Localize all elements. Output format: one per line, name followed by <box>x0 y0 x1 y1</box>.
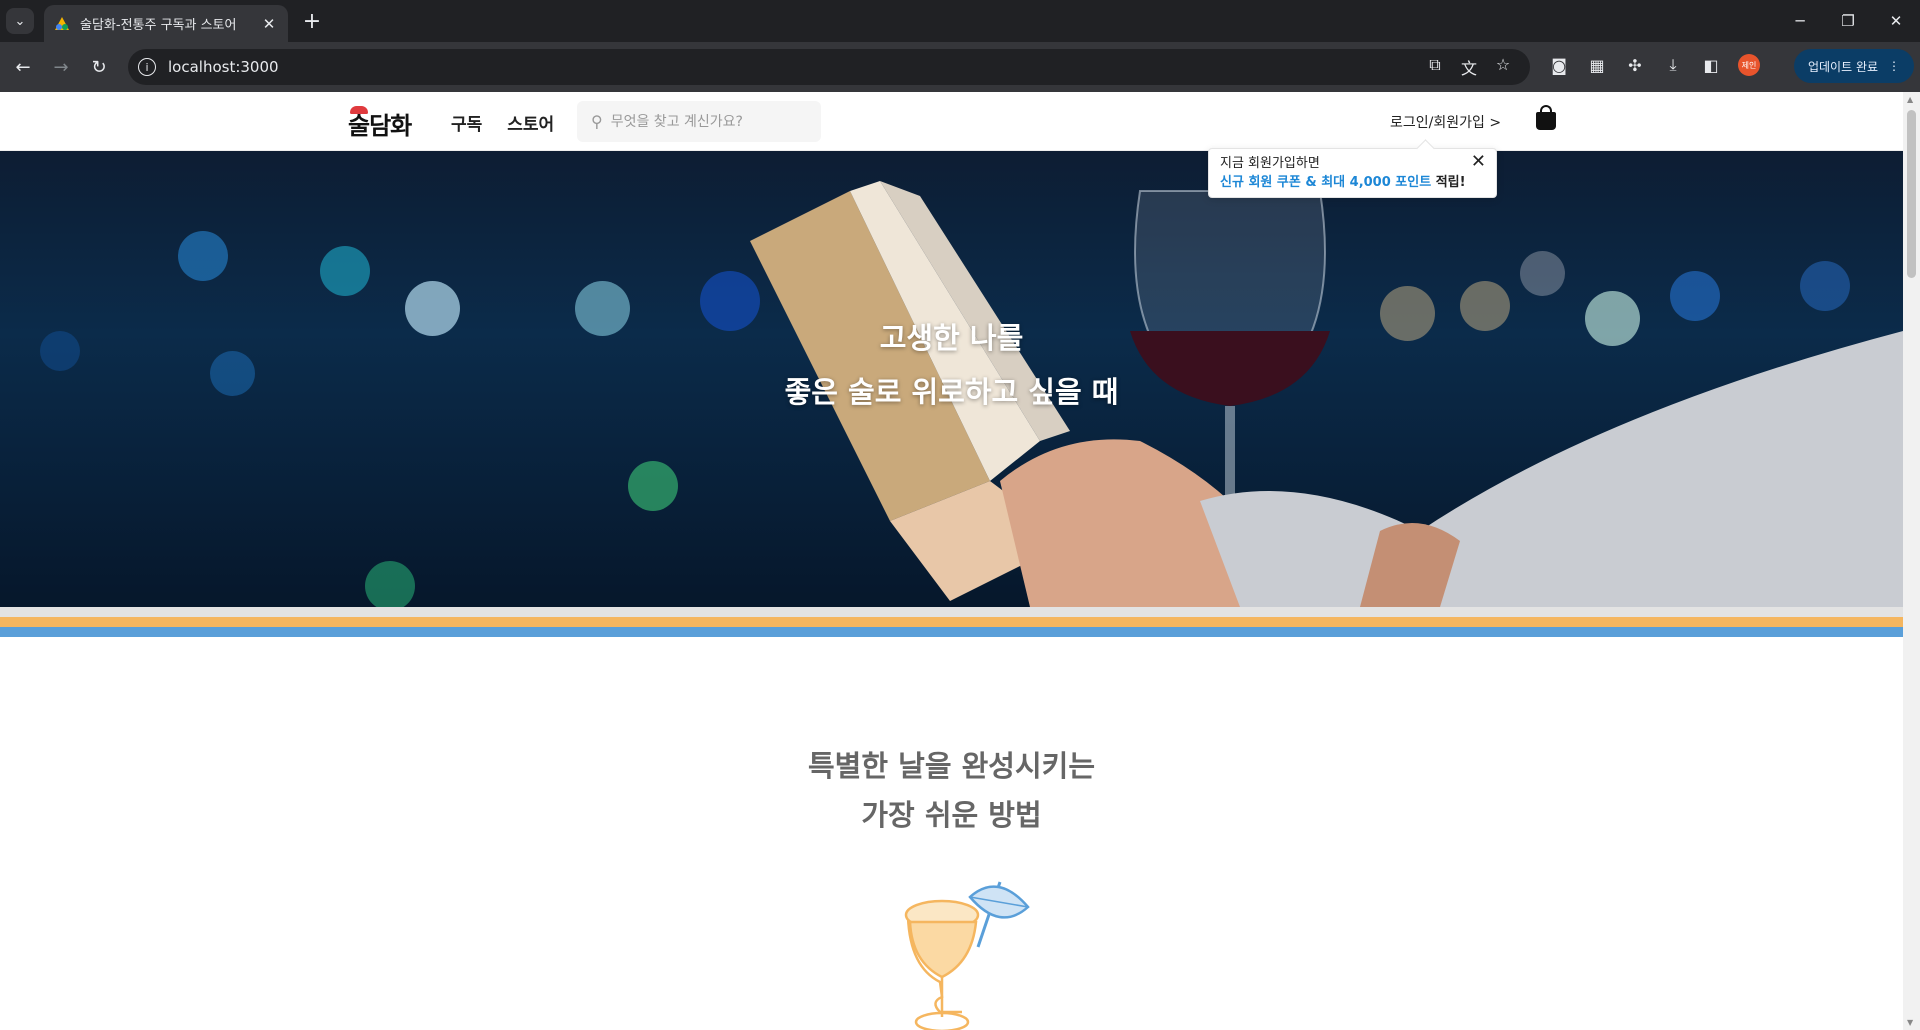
window-controls: ─ ❐ ✕ <box>1776 0 1920 42</box>
scroll-down-icon[interactable]: ▼ <box>1907 1018 1913 1027</box>
shopping-bag-icon[interactable] <box>1534 104 1558 130</box>
logo-hat-icon <box>350 106 368 114</box>
search-icon: ⚲ <box>591 112 603 131</box>
download-icon[interactable]: ⤓ <box>1654 55 1692 75</box>
hero-text: 고생한 나를 좋은 술로 위로하고 싶을 때 <box>0 311 1903 419</box>
close-window-button[interactable]: ✕ <box>1872 0 1920 42</box>
nav-subscribe[interactable]: 구독 <box>451 110 482 135</box>
extensions-puzzle-icon[interactable]: ✣ <box>1616 56 1654 75</box>
side-panel-icon[interactable]: ◧ <box>1692 56 1730 75</box>
restore-button[interactable]: ❐ <box>1824 0 1872 42</box>
back-arrow-icon[interactable]: ← <box>10 54 36 80</box>
nav-store[interactable]: 스토어 <box>507 110 554 135</box>
browser-toolbar: ← → ↻ i localhost:3000 ⧉ 文 ☆ ◙ ▦ ✣ ⤓ ◧ 제… <box>0 42 1920 92</box>
new-tab-button[interactable]: + <box>300 9 324 34</box>
tab-search-chevron-icon[interactable]: ⌄ <box>6 8 34 34</box>
scrollbar-thumb[interactable] <box>1907 110 1916 278</box>
intro-heading: 특별한 날을 완성시키는 가장 쉬운 방법 <box>0 742 1903 840</box>
decorative-stripes <box>0 607 1903 637</box>
page-viewport: 술담화 구독 스토어 ⚲ 로그인/회원가입 > 지금 회원가입하면 신규 회원 … <box>0 92 1920 1030</box>
update-button[interactable]: 업데이트 완료 ⋮ <box>1794 49 1914 83</box>
logo-text: 술담화 <box>348 111 412 140</box>
reload-icon[interactable]: ↻ <box>86 54 112 80</box>
minimize-button[interactable]: ─ <box>1776 0 1824 42</box>
hero-banner[interactable]: 고생한 나를 좋은 술로 위로하고 싶을 때 <box>0 151 1903 607</box>
stripe-gray <box>0 607 1903 617</box>
site-logo[interactable]: 술담화 <box>348 106 412 141</box>
page-scrollbar[interactable]: ▲ ▼ <box>1903 92 1920 1030</box>
promo-line1: 지금 회원가입하면 <box>1220 156 1320 171</box>
tab-close-icon[interactable]: ✕ <box>260 15 278 33</box>
bokeh-light <box>628 461 678 511</box>
profile-avatar[interactable]: 제인 <box>1738 54 1760 76</box>
url-text[interactable]: localhost:3000 <box>168 58 1418 76</box>
more-menu-icon: ⋮ <box>1888 59 1901 73</box>
signup-promo-tooltip: 지금 회원가입하면 신규 회원 쿠폰 & 최대 4,000 포인트 적립! ✕ <box>1208 148 1497 198</box>
hero-line1: 고생한 나를 <box>879 321 1024 355</box>
install-app-icon[interactable]: ⧉ <box>1418 55 1452 79</box>
tab-title: 술담화-전통주 구독과 스토어 <box>80 18 237 33</box>
search-input[interactable] <box>610 113 791 130</box>
update-label: 업데이트 완료 <box>1807 59 1879 74</box>
scroll-up-icon[interactable]: ▲ <box>1907 95 1913 104</box>
cocktail-icon <box>904 881 1030 1030</box>
browser-tab-bar: ⌄ 술담화-전통주 구독과 스토어 ✕ + ─ ❐ ✕ <box>0 0 1920 42</box>
site-header: 술담화 구독 스토어 ⚲ 로그인/회원가입 > <box>0 92 1903 151</box>
bookmark-star-icon[interactable]: ☆ <box>1486 55 1520 79</box>
site-info-icon[interactable]: i <box>138 58 156 76</box>
favicon-icon <box>55 16 69 30</box>
main-nav: 구독 스토어 <box>451 110 554 135</box>
search-box[interactable]: ⚲ <box>577 101 821 142</box>
intro-line1: 특별한 날을 완성시키는 <box>808 749 1095 783</box>
bokeh-light <box>320 246 370 296</box>
address-bar[interactable]: i localhost:3000 ⧉ 文 ☆ <box>128 49 1530 85</box>
translate-icon[interactable]: 文 <box>1452 55 1486 79</box>
camera-extension-icon[interactable]: ◙ <box>1540 56 1578 75</box>
hero-line2: 좋은 술로 위로하고 싶을 때 <box>784 375 1119 409</box>
intro-line2: 가장 쉬운 방법 <box>861 798 1042 832</box>
bokeh-light <box>178 231 228 281</box>
browser-tab[interactable]: 술담화-전통주 구독과 스토어 ✕ <box>44 5 288 42</box>
promo-highlight: 신규 회원 쿠폰 & 최대 4,000 포인트 <box>1220 175 1432 190</box>
stripe-blue <box>0 627 1903 637</box>
extension-app-icon[interactable]: ▦ <box>1578 56 1616 75</box>
promo-rest: 적립! <box>1431 175 1466 190</box>
bokeh-light <box>365 561 415 607</box>
login-signup-link[interactable]: 로그인/회원가입 > <box>1390 112 1501 132</box>
tooltip-close-icon[interactable]: ✕ <box>1471 151 1486 172</box>
forward-arrow-icon[interactable]: → <box>48 54 74 80</box>
stripe-orange <box>0 617 1903 627</box>
